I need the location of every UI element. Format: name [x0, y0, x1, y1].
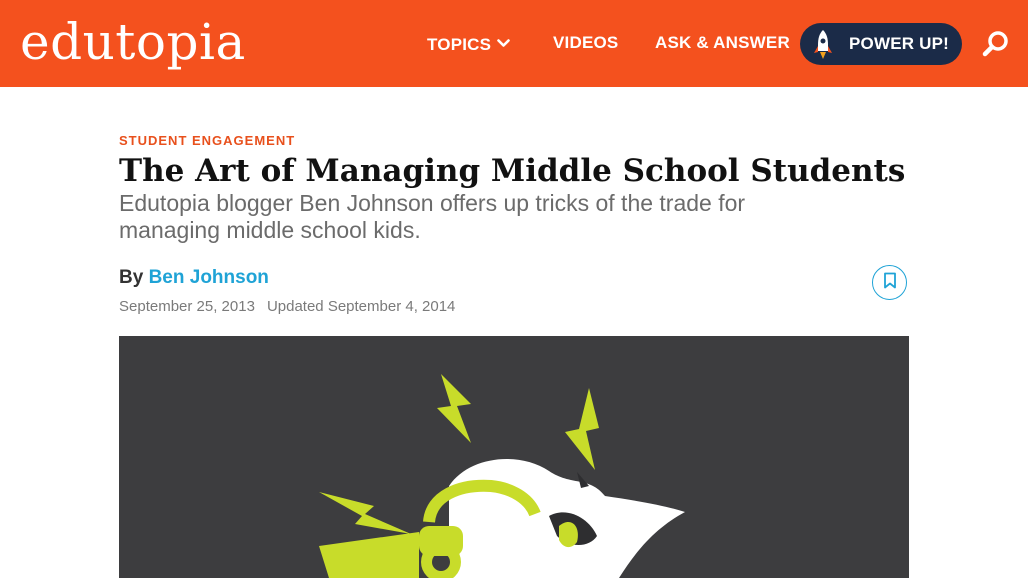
search-icon[interactable] [982, 30, 1010, 62]
article-category-link[interactable]: STUDENT ENGAGEMENT [119, 133, 295, 148]
power-up-button[interactable]: POWER UP! [800, 23, 962, 65]
nav-topics-label: TOPICS [427, 35, 492, 54]
published-date: September 25, 2013 [119, 298, 255, 315]
byline: By Ben Johnson [119, 267, 269, 289]
bookmark-button[interactable] [872, 265, 907, 300]
nav-videos[interactable]: VIDEOS [553, 33, 618, 53]
article-subtitle: Edutopia blogger Ben Johnson offers up t… [119, 190, 746, 243]
power-up-label: POWER UP! [849, 34, 950, 53]
article-title: The Art of Managing Middle School Studen… [119, 153, 906, 189]
hero-image [119, 336, 909, 578]
chevron-down-icon [497, 33, 510, 53]
rocket-icon [812, 28, 834, 64]
nav-topics[interactable]: TOPICS [427, 33, 510, 55]
article-dates: September 25, 2013 Updated September 4, 2… [119, 298, 455, 315]
edutopia-logo[interactable]: edutopia [20, 12, 246, 72]
site-header: edutopia TOPICS VIDEOS ASK & ANSWER POWE… [0, 0, 1028, 87]
byline-prefix: By [119, 267, 144, 288]
bookmark-icon [883, 272, 897, 293]
hero-illustration [319, 374, 685, 578]
nav-ask-answer[interactable]: ASK & ANSWER [655, 33, 790, 53]
author-link[interactable]: Ben Johnson [149, 267, 269, 288]
updated-date: Updated September 4, 2014 [266, 298, 456, 315]
